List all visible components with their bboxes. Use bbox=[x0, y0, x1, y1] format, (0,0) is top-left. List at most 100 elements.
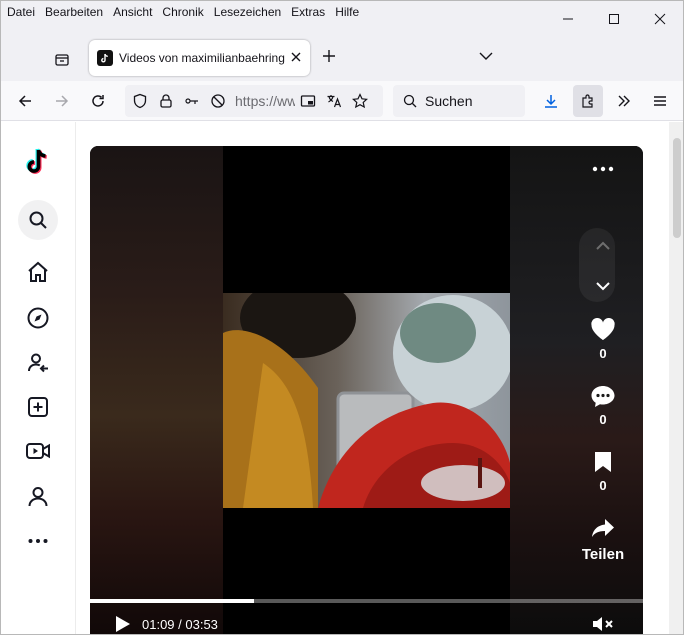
url-text[interactable]: https://ww bbox=[235, 93, 295, 109]
video-frame[interactable] bbox=[223, 146, 510, 634]
share-arrow-icon bbox=[592, 519, 614, 537]
hamburger-menu-icon bbox=[654, 96, 666, 106]
autoplay-blocked-icon[interactable] bbox=[207, 90, 229, 112]
next-video-button[interactable] bbox=[563, 280, 643, 292]
sidebar-profile[interactable] bbox=[18, 477, 58, 517]
video-player[interactable]: 0 0 0 Teilen 01:09 / 03:53 bbox=[90, 146, 643, 634]
firefox-view-button[interactable] bbox=[49, 47, 75, 73]
video-time: 01:09 / 03:53 bbox=[142, 616, 218, 632]
like-count: 0 bbox=[599, 346, 607, 361]
chevron-down-icon bbox=[479, 52, 493, 60]
back-button[interactable] bbox=[13, 89, 37, 113]
firefox-view-icon bbox=[55, 54, 69, 66]
tab-title: Videos von maximilianbaehring bbox=[119, 51, 285, 65]
save-button[interactable]: 0 bbox=[563, 450, 643, 493]
mute-button[interactable] bbox=[591, 614, 615, 634]
tiktok-logo-icon bbox=[26, 148, 47, 174]
maximize-button[interactable] bbox=[591, 1, 637, 37]
search-bar[interactable]: Suchen bbox=[393, 85, 525, 117]
video-blur-background-left bbox=[90, 146, 223, 634]
double-chevron-right-icon bbox=[618, 95, 630, 107]
video-content bbox=[223, 293, 510, 508]
close-icon bbox=[654, 13, 666, 25]
window-controls bbox=[545, 1, 683, 37]
menu-datei[interactable]: Datei bbox=[7, 5, 35, 19]
puzzle-icon bbox=[582, 94, 593, 108]
video-action-bar: 0 0 0 Teilen bbox=[563, 146, 643, 634]
sidebar-upload[interactable] bbox=[18, 387, 58, 427]
share-button[interactable]: Teilen bbox=[563, 516, 643, 563]
minimize-button[interactable] bbox=[545, 1, 591, 37]
more-dots-icon bbox=[28, 539, 48, 543]
video-progress-bar[interactable] bbox=[90, 599, 643, 603]
picture-in-picture-icon[interactable] bbox=[297, 90, 319, 112]
app-menu-button[interactable] bbox=[648, 89, 672, 113]
lock-icon[interactable] bbox=[155, 90, 177, 112]
sidebar-following[interactable] bbox=[18, 343, 58, 383]
share-label: Teilen bbox=[581, 546, 625, 563]
bookmark-star-icon[interactable] bbox=[349, 90, 371, 112]
downloads-button[interactable] bbox=[539, 89, 563, 113]
translate-icon[interactable] bbox=[323, 90, 345, 112]
forward-button[interactable] bbox=[50, 89, 74, 113]
sidebar-more[interactable] bbox=[18, 521, 58, 561]
download-icon bbox=[545, 95, 557, 108]
comment-bubble-icon bbox=[591, 386, 615, 407]
save-count: 0 bbox=[599, 478, 607, 493]
navigation-bar: https://ww Suchen bbox=[1, 81, 683, 121]
tiktok-logo[interactable] bbox=[18, 142, 58, 182]
volume-muted-icon bbox=[593, 617, 613, 631]
reload-button[interactable] bbox=[86, 89, 110, 113]
menu-chronik[interactable]: Chronik bbox=[162, 5, 203, 19]
bookmark-icon bbox=[595, 452, 611, 472]
arrow-right-icon bbox=[56, 95, 69, 107]
like-button[interactable]: 0 bbox=[563, 318, 643, 361]
overflow-menu-button[interactable] bbox=[612, 89, 636, 113]
previous-video-button[interactable] bbox=[563, 240, 643, 252]
sidebar-explore[interactable] bbox=[18, 298, 58, 338]
extensions-button[interactable] bbox=[573, 85, 603, 117]
comment-button[interactable]: 0 bbox=[563, 384, 643, 427]
menu-lesezeichen[interactable]: Lesezeichen bbox=[214, 5, 281, 19]
chevron-down-icon bbox=[596, 282, 610, 291]
sidebar-search-button[interactable] bbox=[18, 200, 58, 240]
menu-ansicht[interactable]: Ansicht bbox=[113, 5, 152, 19]
chevron-up-icon bbox=[596, 241, 610, 250]
menu-bearbeiten[interactable]: Bearbeiten bbox=[45, 5, 103, 19]
tab-active[interactable]: Videos von maximilianbaehring bbox=[89, 40, 310, 76]
menu-extras[interactable]: Extras bbox=[291, 5, 325, 19]
tracking-shield-icon[interactable] bbox=[129, 90, 151, 112]
page-scrollbar[interactable] bbox=[669, 122, 683, 634]
tab-close-icon[interactable] bbox=[290, 50, 302, 68]
arrow-left-icon bbox=[18, 95, 31, 107]
compass-icon bbox=[27, 307, 49, 329]
browser-window: Datei Bearbeiten Ansicht Chronik Lesezei… bbox=[0, 0, 684, 635]
scrollbar-thumb[interactable] bbox=[673, 138, 681, 238]
more-options-button[interactable] bbox=[563, 164, 643, 174]
play-button[interactable] bbox=[112, 614, 132, 634]
search-placeholder: Suchen bbox=[425, 93, 473, 109]
video-progress-fill bbox=[90, 599, 254, 603]
search-icon bbox=[403, 94, 417, 108]
close-window-button[interactable] bbox=[637, 1, 683, 37]
profile-icon bbox=[28, 487, 48, 507]
maximize-icon bbox=[609, 14, 619, 24]
sidebar-live[interactable] bbox=[18, 431, 58, 471]
list-all-tabs-button[interactable] bbox=[477, 48, 495, 69]
video-controls: 01:09 / 03:53 bbox=[90, 612, 643, 634]
new-tab-button[interactable] bbox=[321, 48, 337, 69]
heart-icon bbox=[591, 318, 615, 340]
permissions-icon[interactable] bbox=[181, 90, 203, 112]
minimize-icon bbox=[563, 18, 573, 20]
play-icon bbox=[116, 616, 130, 632]
plus-icon bbox=[323, 50, 335, 62]
menu-hilfe[interactable]: Hilfe bbox=[335, 5, 359, 19]
reload-icon bbox=[92, 95, 104, 107]
url-bar[interactable]: https://ww bbox=[125, 85, 383, 117]
tiktok-sidebar bbox=[1, 122, 76, 634]
search-icon bbox=[29, 211, 47, 229]
tiktok-favicon bbox=[97, 50, 113, 66]
sidebar-home[interactable] bbox=[18, 252, 58, 292]
upload-plus-icon bbox=[28, 397, 48, 417]
video-still-image bbox=[223, 293, 510, 508]
